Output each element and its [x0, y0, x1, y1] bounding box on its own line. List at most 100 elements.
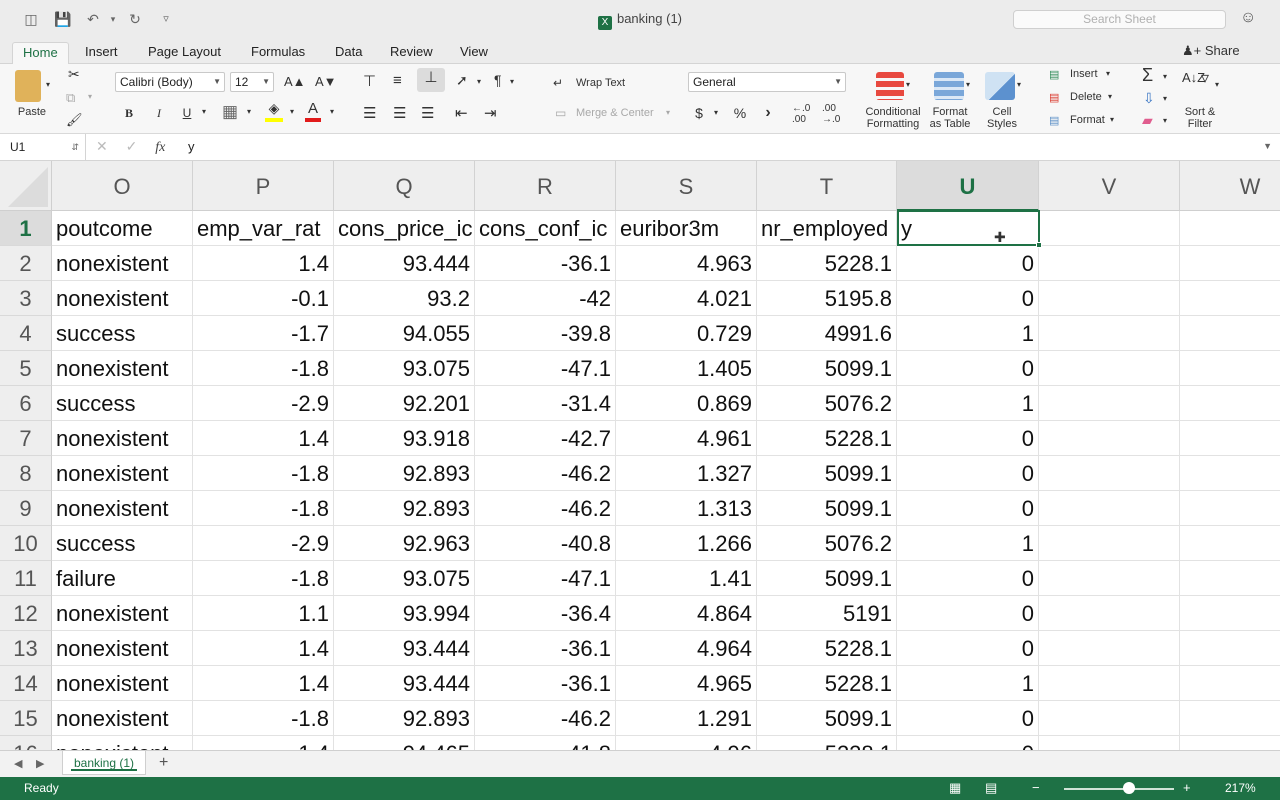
cell-p11[interactable]: -1.8	[193, 561, 334, 596]
cell-u7[interactable]: 0	[897, 421, 1039, 456]
borders-dropdown-icon[interactable]: ▾	[247, 107, 251, 116]
cell-u8[interactable]: 0	[897, 456, 1039, 491]
cell-q1[interactable]: cons_price_ic	[334, 211, 475, 246]
cell-t14[interactable]: 5228.1	[757, 666, 897, 701]
select-all-corner[interactable]	[0, 161, 52, 211]
cell-s10[interactable]: 1.266	[616, 526, 757, 561]
cell-v10[interactable]	[1039, 526, 1180, 561]
cell-v8[interactable]	[1039, 456, 1180, 491]
bold-button[interactable]: B	[118, 103, 140, 123]
cell-s5[interactable]: 1.405	[616, 351, 757, 386]
tab-page-layout[interactable]: Page Layout	[138, 42, 231, 64]
paste-dropdown-icon[interactable]: ▾	[46, 80, 50, 89]
cell-p9[interactable]: -1.8	[193, 491, 334, 526]
tab-data[interactable]: Data	[325, 42, 372, 64]
cell-s15[interactable]: 1.291	[616, 701, 757, 736]
italic-button[interactable]: I	[148, 103, 170, 123]
stepper-icon[interactable]: ⇵	[71, 134, 79, 160]
cut-icon[interactable]: ✂	[68, 66, 80, 83]
cell-u6[interactable]: 1	[897, 386, 1039, 421]
paragraph-direction-dropdown-icon[interactable]: ▾	[510, 77, 514, 86]
cell-t4[interactable]: 4991.6	[757, 316, 897, 351]
cell-v4[interactable]	[1039, 316, 1180, 351]
column-header-u[interactable]: U	[897, 161, 1039, 211]
row-header-14[interactable]: 14	[0, 666, 52, 701]
cell-w4[interactable]	[1180, 316, 1280, 351]
column-header-q[interactable]: Q	[334, 161, 475, 211]
cell-u16[interactable]: 0	[897, 736, 1039, 750]
cell-w16[interactable]	[1180, 736, 1280, 750]
cell-r1[interactable]: cons_conf_ic	[475, 211, 616, 246]
row-header-11[interactable]: 11	[0, 561, 52, 596]
cell-w5[interactable]	[1180, 351, 1280, 386]
name-box[interactable]: U1 ⇵	[0, 134, 86, 160]
cell-s1[interactable]: euribor3m	[616, 211, 757, 246]
sort-filter-button[interactable]: Sort & Filter	[1176, 106, 1224, 130]
cell-p7[interactable]: 1.4	[193, 421, 334, 456]
cell-q14[interactable]: 93.444	[334, 666, 475, 701]
orientation-dropdown-icon[interactable]: ▾	[477, 77, 481, 86]
cell-t15[interactable]: 5099.1	[757, 701, 897, 736]
cell-q11[interactable]: 93.075	[334, 561, 475, 596]
paste-icon[interactable]	[15, 70, 41, 102]
column-header-s[interactable]: S	[616, 161, 757, 211]
fill-dropdown-icon[interactable]: ▾	[1163, 94, 1167, 103]
align-bottom-icon[interactable]: ⊥	[417, 68, 445, 92]
cell-q13[interactable]: 93.444	[334, 631, 475, 666]
cell-s2[interactable]: 4.963	[616, 246, 757, 281]
cell-s9[interactable]: 1.313	[616, 491, 757, 526]
cell-w6[interactable]	[1180, 386, 1280, 421]
cell-t9[interactable]: 5099.1	[757, 491, 897, 526]
next-sheet-icon[interactable]: ▶	[36, 757, 44, 770]
cell-s12[interactable]: 4.864	[616, 596, 757, 631]
cell-t11[interactable]: 5099.1	[757, 561, 897, 596]
underline-dropdown-icon[interactable]: ▾	[202, 107, 206, 116]
cell-w1[interactable]	[1180, 211, 1280, 246]
cell-u2[interactable]: 0	[897, 246, 1039, 281]
cell-q9[interactable]: 92.893	[334, 491, 475, 526]
fill-down-icon[interactable]: ⇩	[1143, 90, 1155, 107]
row-header-9[interactable]: 9	[0, 491, 52, 526]
sheet-tab-banking[interactable]: banking (1)	[62, 751, 146, 775]
cell-r8[interactable]: -46.2	[475, 456, 616, 491]
cell-t7[interactable]: 5228.1	[757, 421, 897, 456]
cell-v2[interactable]	[1039, 246, 1180, 281]
cell-r7[interactable]: -42.7	[475, 421, 616, 456]
wrap-text-button[interactable]: Wrap Text	[576, 77, 625, 89]
row-header-7[interactable]: 7	[0, 421, 52, 456]
cell-u15[interactable]: 0	[897, 701, 1039, 736]
row-header-4[interactable]: 4	[0, 316, 52, 351]
cell-t13[interactable]: 5228.1	[757, 631, 897, 666]
cell-t8[interactable]: 5099.1	[757, 456, 897, 491]
cell-w2[interactable]	[1180, 246, 1280, 281]
tab-view[interactable]: View	[450, 42, 498, 64]
currency-dropdown-icon[interactable]: ▾	[714, 108, 718, 117]
row-header-15[interactable]: 15	[0, 701, 52, 736]
insert-function-icon[interactable]: fx	[155, 140, 165, 155]
cell-r5[interactable]: -47.1	[475, 351, 616, 386]
cell-r10[interactable]: -40.8	[475, 526, 616, 561]
cell-v6[interactable]	[1039, 386, 1180, 421]
borders-icon[interactable]: ▦	[222, 102, 238, 122]
cell-t3[interactable]: 5195.8	[757, 281, 897, 316]
cell-w8[interactable]	[1180, 456, 1280, 491]
cell-u11[interactable]: 0	[897, 561, 1039, 596]
cell-r9[interactable]: -46.2	[475, 491, 616, 526]
cell-u13[interactable]: 0	[897, 631, 1039, 666]
cell-t2[interactable]: 5228.1	[757, 246, 897, 281]
cell-w9[interactable]	[1180, 491, 1280, 526]
cell-v7[interactable]	[1039, 421, 1180, 456]
add-sheet-icon[interactable]: +	[159, 754, 168, 772]
copy-icon[interactable]: ⧉	[66, 90, 75, 106]
cell-o4[interactable]: success	[52, 316, 193, 351]
zoom-slider-track[interactable]	[1064, 788, 1174, 790]
row-header-16[interactable]: 16	[0, 736, 52, 750]
cell-o9[interactable]: nonexistent	[52, 491, 193, 526]
cell-q15[interactable]: 92.893	[334, 701, 475, 736]
underline-button[interactable]: U	[176, 103, 198, 123]
cell-q7[interactable]: 93.918	[334, 421, 475, 456]
cell-v12[interactable]	[1039, 596, 1180, 631]
fill-color-dropdown-icon[interactable]: ▾	[290, 107, 294, 116]
row-header-8[interactable]: 8	[0, 456, 52, 491]
cell-v13[interactable]	[1039, 631, 1180, 666]
